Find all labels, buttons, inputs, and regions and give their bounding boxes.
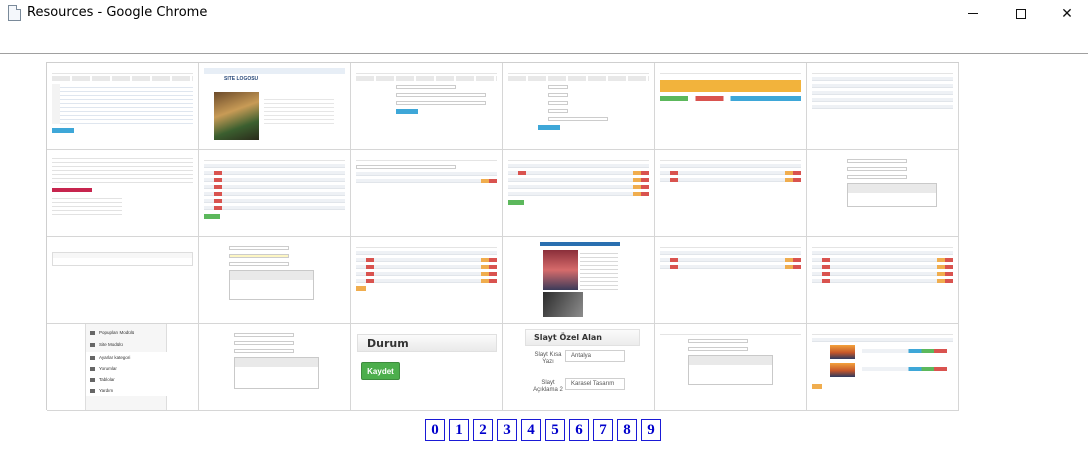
gear-icon [90,355,95,360]
menu-item-label: Tablolar [99,377,115,382]
submenu: Ayarlar kategori Yorumlar Tablolar Yardı… [86,352,168,396]
resource-thumbnail-grid: SITE LOGOSU Popupları Modülü Site Modülü… [46,62,959,411]
menu-item-label: Site Modülü [99,342,123,347]
link-icon [90,388,95,393]
menu-item-label: Ayarlar kategori [99,355,131,360]
menu-item-label: Popupları Modülü [99,330,135,335]
save-button[interactable]: Kaydet [361,362,400,380]
thumbnail-search-form[interactable] [47,237,199,324]
thumbnail-rich-editor[interactable] [655,324,807,411]
thumbnail-editor-form[interactable] [199,324,351,411]
module-icon [90,342,95,347]
page-link-2[interactable]: 2 [473,419,493,441]
slide-input-short[interactable]: Antalya [565,350,625,362]
title-bar: Resources - Google Chrome ✕ [0,0,1088,27]
thumbnail-module-table[interactable] [199,150,351,237]
pencil-icon [90,377,95,382]
thumbnail-pages-table[interactable] [351,237,503,324]
page-link-4[interactable]: 4 [521,419,541,441]
thumbnail-status-form[interactable]: Durum Kaydet [351,324,503,411]
slide-input-description[interactable]: Karasel Tasarım [565,378,625,390]
minimize-button[interactable] [950,0,996,27]
thumbnail-user-list[interactable] [807,63,959,150]
menu-item-label: Yardım [99,388,114,393]
thumbnail-site-settings-dimensions[interactable] [503,63,655,150]
slide-label-description: Slayt Açıklama 2 [533,380,563,393]
thumbnail-categories-b[interactable] [655,150,807,237]
thumbnail-checkbox-categories[interactable] [47,150,199,237]
thumbnail-site-settings-form[interactable] [351,63,503,150]
thumbnail-list-form[interactable] [351,150,503,237]
page-icon [8,5,21,21]
sidebar-menu: Popupları Modülü Site Modülü Ayarlar kat… [85,324,168,410]
maximize-icon [1016,8,1026,19]
browser-toolbar [0,27,1088,54]
thumbnail-content-editor[interactable] [199,237,351,324]
status-title: Durum [367,337,409,350]
pagination: 0 1 2 3 4 5 6 7 8 9 [425,419,661,441]
slide-title: Slayt Özel Alan [534,333,602,342]
thumbnail-categories-a[interactable] [503,150,655,237]
slide-panel-header: Slayt Özel Alan [525,329,640,346]
page-link-9[interactable]: 9 [641,419,661,441]
pencil-icon [90,366,95,371]
thumbnail-site-settings[interactable] [47,63,199,150]
page-link-7[interactable]: 7 [593,419,613,441]
window-title: Resources - Google Chrome [27,5,208,20]
maximize-button[interactable] [998,0,1044,27]
thumbnail-edit-form[interactable] [807,150,959,237]
slide-label-short: Slayt Kısa Yazı [534,352,562,365]
thumbnail-slide-form[interactable]: Slayt Özel Alan Slayt Kısa Yazı Antalya … [503,324,655,411]
thumbnail-popup-form[interactable] [655,63,807,150]
thumbnail-links-table[interactable] [807,237,959,324]
close-icon: ✕ [1061,5,1073,22]
module-icon [90,330,95,335]
page-link-5[interactable]: 5 [545,419,565,441]
thumbnail-magazine-page[interactable] [503,237,655,324]
thumbnail-slides-table[interactable] [807,324,959,411]
menu-item-label: Yorumlar [99,366,117,371]
page-link-1[interactable]: 1 [449,419,469,441]
thumbnail-site-logo[interactable]: SITE LOGOSU [199,63,351,150]
thumbnail-sidebar-menu[interactable]: Popupları Modülü Site Modülü Ayarlar kat… [47,324,199,411]
thumbnail-references-list[interactable] [655,237,807,324]
page-link-3[interactable]: 3 [497,419,517,441]
close-button[interactable]: ✕ [1044,0,1088,27]
minimize-icon [968,13,978,14]
page-link-8[interactable]: 8 [617,419,637,441]
page-link-6[interactable]: 6 [569,419,589,441]
page-link-0[interactable]: 0 [425,419,445,441]
status-panel-header: Durum [357,334,497,352]
site-logo: SITE LOGOSU [224,76,259,82]
